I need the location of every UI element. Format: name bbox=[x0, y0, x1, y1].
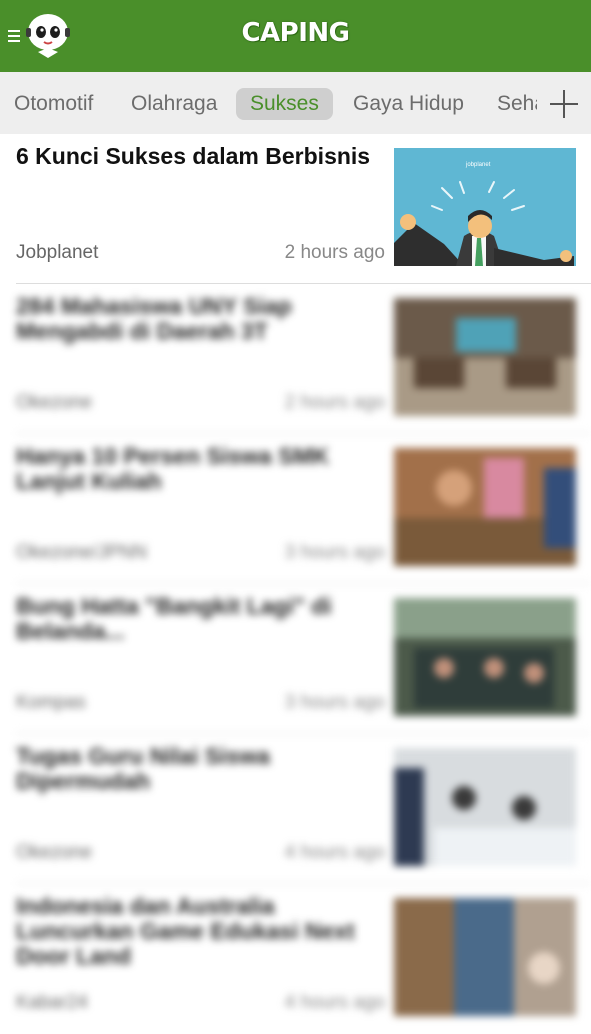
article-time: 4 hours ago bbox=[284, 842, 385, 863]
hamburger-icon[interactable] bbox=[8, 30, 20, 42]
article-thumbnail bbox=[394, 448, 576, 566]
article-source: Jobplanet bbox=[16, 242, 99, 263]
tab-olahraga[interactable]: Olahraga bbox=[117, 88, 231, 120]
mascot-logo[interactable] bbox=[22, 10, 74, 62]
article-title: Hanya 10 Persen Siswa SMK Lanjut Kuliah bbox=[16, 443, 330, 494]
article-title: Tugas Guru Nilai Siswa Dipermudah bbox=[16, 743, 270, 794]
article-source: Okezone bbox=[16, 392, 93, 413]
tab-gaya-hidup[interactable]: Gaya Hidup bbox=[339, 88, 478, 120]
article-time: 3 hours ago bbox=[284, 542, 385, 563]
svg-text:jobplanet: jobplanet bbox=[465, 162, 491, 168]
article-title: Bung Hatta "Bangkit Lagi" di Belanda... bbox=[16, 593, 332, 644]
article-card[interactable]: Hanya 10 Persen Siswa SMK Lanjut Kuliah … bbox=[0, 434, 591, 584]
app-header: CAPING bbox=[0, 0, 591, 72]
article-source: Kabar24 bbox=[16, 992, 88, 1013]
article-thumbnail bbox=[394, 298, 576, 416]
article-time: 3 hours ago bbox=[284, 692, 385, 713]
tab-sukses[interactable]: Sukses bbox=[236, 88, 333, 120]
article-source: Okezone/JPNN bbox=[16, 542, 147, 563]
news-feed: 6 Kunci Sukses dalam Berbisnis Jobplanet… bbox=[0, 134, 591, 1024]
article-thumbnail bbox=[394, 598, 576, 716]
app-brand: CAPING bbox=[241, 18, 350, 48]
article-thumbnail bbox=[394, 748, 576, 866]
article-card[interactable]: 6 Kunci Sukses dalam Berbisnis Jobplanet… bbox=[0, 134, 591, 284]
category-tabbar: Otomotif Olahraga Sukses Gaya Hidup Seha bbox=[0, 72, 591, 134]
article-time: 4 hours ago bbox=[284, 992, 385, 1013]
article-card[interactable]: Bung Hatta "Bangkit Lagi" di Belanda... … bbox=[0, 584, 591, 734]
article-title: 6 Kunci Sukses dalam Berbisnis bbox=[16, 143, 371, 169]
plus-icon[interactable] bbox=[549, 89, 579, 119]
article-time: 2 hours ago bbox=[284, 242, 385, 263]
article-source: Okezone bbox=[16, 842, 93, 863]
article-card[interactable]: Indonesia dan Australia Luncurkan Game E… bbox=[0, 884, 591, 1034]
article-time: 2 hours ago bbox=[284, 392, 385, 413]
article-thumbnail: jobplanet bbox=[394, 148, 576, 266]
article-card[interactable]: 284 Mahasiswa UNY Siap Mengabdi di Daera… bbox=[0, 284, 591, 434]
article-source: Kompas bbox=[16, 692, 86, 713]
tab-otomotif[interactable]: Otomotif bbox=[0, 88, 107, 120]
article-thumbnail bbox=[394, 898, 576, 1016]
article-title: Indonesia dan Australia Luncurkan Game E… bbox=[16, 893, 355, 969]
article-card[interactable]: Tugas Guru Nilai Siswa Dipermudah Okezon… bbox=[0, 734, 591, 884]
article-title: 284 Mahasiswa UNY Siap Mengabdi di Daera… bbox=[16, 293, 292, 344]
